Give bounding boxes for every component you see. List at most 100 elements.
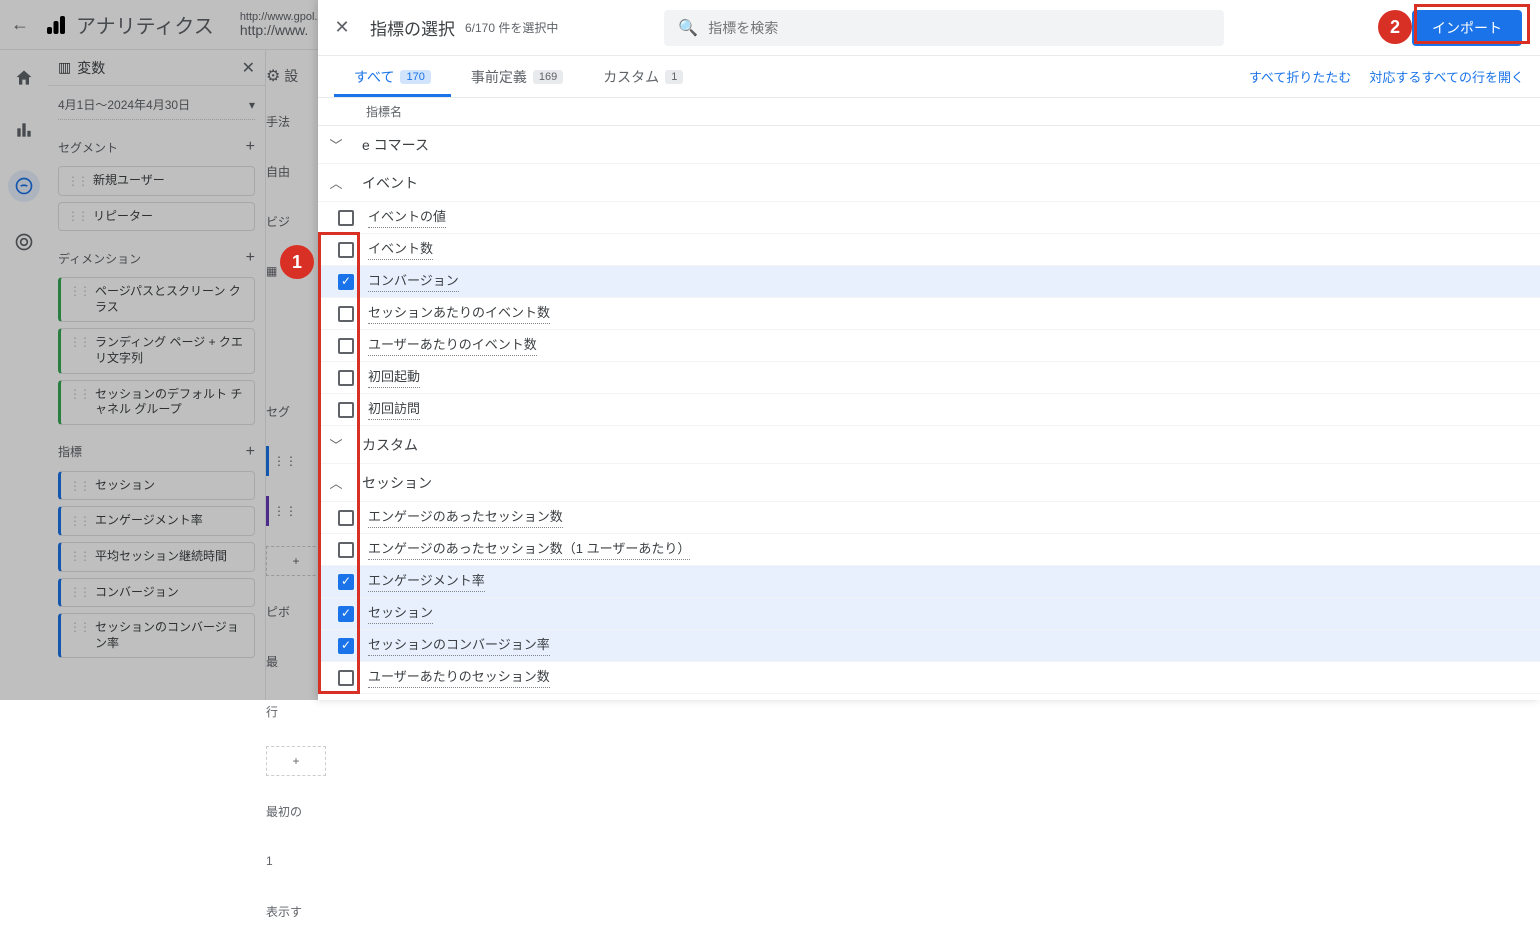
date-range-label: 4月1日～2024年4月30日 [58,96,245,113]
drag-handle-icon: ⋮⋮ [69,549,89,563]
metric-checkbox[interactable] [338,670,354,686]
metric-pill[interactable]: ⋮⋮平均セッション継続時間 [58,542,255,572]
metric-checkbox[interactable] [338,402,354,418]
left-nav [0,50,48,700]
metric-item-row[interactable]: イベントの値 [318,202,1540,234]
metric-item-row[interactable]: ユーザーあたりのイベント数 [318,330,1540,362]
metric-checkbox[interactable] [338,510,354,526]
import-button[interactable]: インポート [1412,10,1522,46]
tabs-row: すべて 170 事前定義 169 カスタム 1 すべて折りたたむ 対応するすべて… [318,56,1540,98]
metric-group-label: イベント [362,173,418,193]
tab-predefined[interactable]: 事前定義 169 [451,56,583,97]
tab-custom[interactable]: カスタム 1 [583,56,703,97]
chevron-up-icon[interactable]: ︿ [324,173,348,192]
metric-item-row[interactable]: 初回起動 [318,362,1540,394]
display-rows-label: 表示す [266,896,326,926]
modal-header: ✕ 指標の選択 6/170 件を選択中 🔍 インポート [318,0,1540,56]
segment-pill[interactable]: ⋮⋮新規ユーザー [58,166,255,196]
pivot-value: 最 [266,646,326,676]
metric-checkbox[interactable] [338,574,354,590]
home-icon[interactable] [12,66,36,90]
metric-item-row[interactable]: エンゲージのあったセッション数（1 ユーザーあたり） [318,534,1540,566]
chevron-up-icon[interactable]: ︿ [324,473,348,492]
add-row-button[interactable]: + [266,746,326,776]
explore-icon[interactable] [8,170,40,202]
start-row-label: 最初の [266,796,326,826]
metric-group-row[interactable]: ︿ イベント [318,164,1540,202]
metric-item-label: エンゲージのあったセッション数（1 ユーザーあたり） [368,539,690,561]
metric-item-row[interactable]: エンゲージメント率 [318,566,1540,598]
metrics-section-header: 指標 + [58,439,255,465]
variables-title: 変数 [77,58,241,78]
search-icon: 🔍 [678,18,698,38]
metric-item-row[interactable]: セッション [318,598,1540,630]
metric-checkbox[interactable] [338,542,354,558]
drag-handle-icon: ⋮⋮ [69,620,89,634]
reports-icon[interactable] [12,118,36,142]
metric-checkbox[interactable] [338,606,354,622]
metric-checkbox[interactable] [338,638,354,654]
metric-item-label: 初回起動 [368,367,420,389]
metric-checkbox[interactable] [338,338,354,354]
metric-item-row[interactable]: 初回訪問 [318,394,1540,426]
gear-icon: ⚙ [266,68,280,85]
add-segment-icon[interactable]: + [246,138,255,156]
metric-item-row[interactable]: エンゲージのあったセッション数 [318,502,1540,534]
search-box[interactable]: 🔍 [664,10,1224,46]
search-input[interactable] [708,20,1210,36]
metric-checkbox[interactable] [338,306,354,322]
close-modal-icon[interactable]: ✕ [330,17,354,38]
metric-group-row[interactable]: ︿セッション [318,464,1540,502]
segment-chip[interactable]: ⋮⋮ [266,446,326,476]
metric-group-label: カスタム [362,435,418,455]
dimension-pill[interactable]: ⋮⋮ページパスとスクリーン クラス [58,277,255,322]
count-badge: 170 [400,70,430,84]
count-badge: 169 [533,70,563,84]
column-header: 指標名 [318,98,1540,126]
metric-checkbox[interactable] [338,210,354,226]
metric-item-row[interactable]: ユーザーあたりのセッション数 [318,662,1540,694]
metric-pill[interactable]: ⋮⋮コンバージョン [58,578,255,608]
advertising-icon[interactable] [12,230,36,254]
collapse-all-link[interactable]: すべて折りたたむ [1249,67,1352,86]
segment-chip[interactable]: ⋮⋮ [266,496,326,526]
chevron-down-icon[interactable]: ﹀ [324,135,348,154]
metric-pill[interactable]: ⋮⋮エンゲージメント率 [58,506,255,536]
dimension-pill[interactable]: ⋮⋮セッションのデフォルト チャネル グループ [58,380,255,425]
modal-title: 指標の選択 [370,15,455,40]
drag-handle-icon: ⋮⋮ [69,514,89,528]
dimension-pill[interactable]: ⋮⋮ランディング ページ + クエリ文字列 [58,328,255,373]
expand-matching-link[interactable]: 対応するすべての行を開く [1369,67,1524,86]
dimensions-section-header: ディメンション + [58,245,255,271]
metric-item-label: イベントの値 [368,207,446,229]
metric-item-row[interactable]: コンバージョン [318,266,1540,298]
metric-item-label: セッションのコンバージョン率 [368,635,550,657]
metric-group-row[interactable]: ﹀e コマース [318,126,1540,164]
metric-group-row[interactable]: ﹀ カスタム [318,426,1540,464]
metrics-list[interactable]: ﹀e コマース ︿ イベントイベントの値イベント数コンバージョンセッションあたりのイ… [318,126,1540,700]
chevron-down-icon[interactable]: ﹀ [324,435,348,454]
back-arrow-icon[interactable]: ← [8,14,32,35]
metric-pill[interactable]: ⋮⋮セッション [58,471,255,501]
variables-panel: ▥ 変数 ✕ 4月1日～2024年4月30日 ▾ セグメント + ⋮⋮新規ユーザ… [48,50,266,700]
metric-item-label: エンゲージメント率 [368,571,485,593]
metric-checkbox[interactable] [338,274,354,290]
selection-count: 6/170 件を選択中 [465,19,558,36]
metric-checkbox[interactable] [338,242,354,258]
metric-picker-modal: ✕ 指標の選択 6/170 件を選択中 🔍 インポート すべて 170 事前定義… [318,0,1540,700]
segment-pill[interactable]: ⋮⋮リピーター [58,202,255,232]
metric-item-row[interactable]: セッションあたりのイベント数 [318,298,1540,330]
metric-pill[interactable]: ⋮⋮セッションのコンバージョン率 [58,613,255,658]
close-variables-icon[interactable]: ✕ [242,58,255,78]
add-dimension-icon[interactable]: + [246,249,255,267]
metric-item-row[interactable]: セッションのコンバージョン率 [318,630,1540,662]
tab-all[interactable]: すべて 170 [334,56,451,97]
metric-checkbox[interactable] [338,370,354,386]
add-metric-icon[interactable]: + [246,443,255,461]
metric-item-label: ユーザーあたりのイベント数 [368,335,537,357]
add-row-button[interactable]: + [266,546,326,576]
chevron-down-icon: ▾ [249,98,255,112]
metric-item-row[interactable]: イベント数 [318,234,1540,266]
date-range-picker[interactable]: 4月1日～2024年4月30日 ▾ [58,90,255,120]
variables-panel-header: ▥ 変数 ✕ [48,50,265,86]
